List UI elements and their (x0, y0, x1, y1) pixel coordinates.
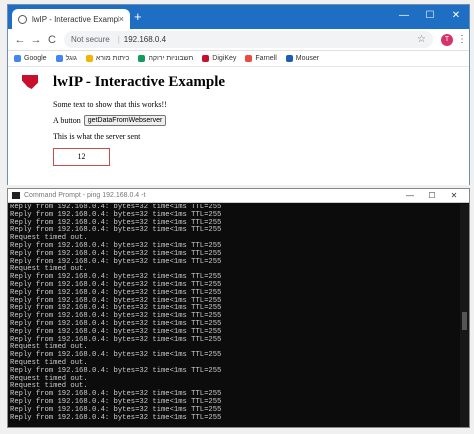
bookmark-item[interactable]: Farnell (245, 55, 277, 62)
window-controls: — ☐ ✕ (391, 5, 469, 29)
console-output[interactable]: Reply from 192.168.0.4: bytes=32 time<1m… (9, 204, 459, 427)
tab-bar: lwIP - Interactive Example × + — ☐ ✕ (8, 5, 469, 29)
cmd-window-controls: — ☐ ✕ (399, 191, 465, 200)
cmd-icon (12, 192, 20, 199)
bookmark-label: חשבוניות ירוקה (148, 55, 194, 62)
bookmark-favicon-icon (55, 55, 63, 62)
bookmark-label: Mouser (295, 55, 320, 62)
bookmark-item[interactable]: Mouser (285, 55, 320, 62)
bookmark-favicon-icon (14, 55, 21, 62)
bookmark-favicon-icon (202, 55, 210, 62)
new-tab-button[interactable]: + (134, 10, 142, 24)
tab-close-icon[interactable]: × (119, 14, 124, 24)
bookmark-favicon-icon (285, 55, 293, 62)
button-prefix-label: A button (53, 116, 81, 125)
bookmark-star-icon[interactable]: ☆ (417, 34, 426, 45)
close-window-button[interactable]: ✕ (443, 5, 469, 29)
console-line: Reply from 192.168.0.4: bytes=32 time<1m… (10, 413, 222, 422)
command-prompt-window: Command Prompt - ping 192.168.0.4 -t — ☐… (7, 188, 470, 428)
page-heading: lwIP - Interactive Example (53, 74, 226, 90)
browser-window: lwIP - Interactive Example × + — ☐ ✕ ← →… (7, 4, 470, 185)
bookmark-item[interactable]: חשבוניות ירוקה (138, 55, 193, 62)
bookmark-label: DigiKey (212, 55, 237, 62)
browser-toolbar: ← → C Not secure | 192.168.0.4 ☆ T ⋮ (8, 29, 469, 51)
cmd-minimize-button[interactable]: — (399, 191, 421, 200)
button-row: A button getDataFromWebserver (53, 115, 167, 126)
address-separator: | (117, 35, 120, 44)
url-text[interactable]: 192.168.0.4 (124, 35, 166, 44)
scrollbar-thumb[interactable] (462, 312, 467, 330)
forward-button[interactable]: → (28, 34, 44, 46)
tab-active[interactable]: lwIP - Interactive Example × (12, 9, 130, 29)
cmd-close-button[interactable]: ✕ (443, 191, 465, 200)
bookmark-item[interactable]: גוגל (55, 55, 77, 62)
maximize-button[interactable]: ☐ (417, 5, 443, 29)
not-secure-label[interactable]: Not secure (71, 35, 110, 44)
bookmark-label: Google (24, 55, 47, 62)
reload-button[interactable]: C (44, 34, 60, 46)
bookmark-label: כיתות מורא (95, 55, 130, 62)
globe-icon (18, 14, 27, 24)
server-label: This is what the server sent (53, 132, 141, 141)
web-page: lwIP - Interactive Example Some text to … (8, 67, 469, 185)
bookmark-item[interactable]: Google (14, 55, 47, 62)
bookmark-item[interactable]: DigiKey (202, 55, 236, 62)
cmd-title: Command Prompt - ping 192.168.0.4 -t (24, 192, 146, 199)
ti-logo-icon (22, 75, 38, 89)
bookmarks-bar: Google גוגל כיתות מורא חשבוניות ירוקה DigiKe… (8, 51, 469, 67)
minimize-button[interactable]: — (391, 5, 417, 29)
background-window-sliver (0, 95, 7, 155)
bookmark-label: גוגל (65, 55, 77, 62)
back-button[interactable]: ← (12, 34, 28, 46)
bookmark-favicon-icon (138, 55, 146, 62)
bookmark-label: Farnell (255, 55, 277, 62)
menu-icon[interactable]: ⋮ (457, 34, 467, 45)
get-data-button[interactable]: getDataFromWebserver (83, 115, 167, 126)
cmd-title-bar: Command Prompt - ping 192.168.0.4 -t — ☐… (8, 189, 469, 203)
cmd-maximize-button[interactable]: ☐ (421, 191, 443, 200)
bookmark-favicon-icon (245, 55, 253, 62)
cmd-scrollbar[interactable] (460, 204, 469, 427)
bookmark-item[interactable]: כיתות מורא (85, 55, 130, 62)
address-bar[interactable]: Not secure | 192.168.0.4 ☆ (64, 31, 433, 48)
server-value-box: 12 (53, 148, 110, 166)
tab-title: lwIP - Interactive Example (32, 14, 119, 24)
bookmark-favicon-icon (85, 55, 93, 62)
profile-avatar[interactable]: T (441, 33, 453, 46)
intro-text: Some text to show that this works!! (53, 100, 167, 109)
